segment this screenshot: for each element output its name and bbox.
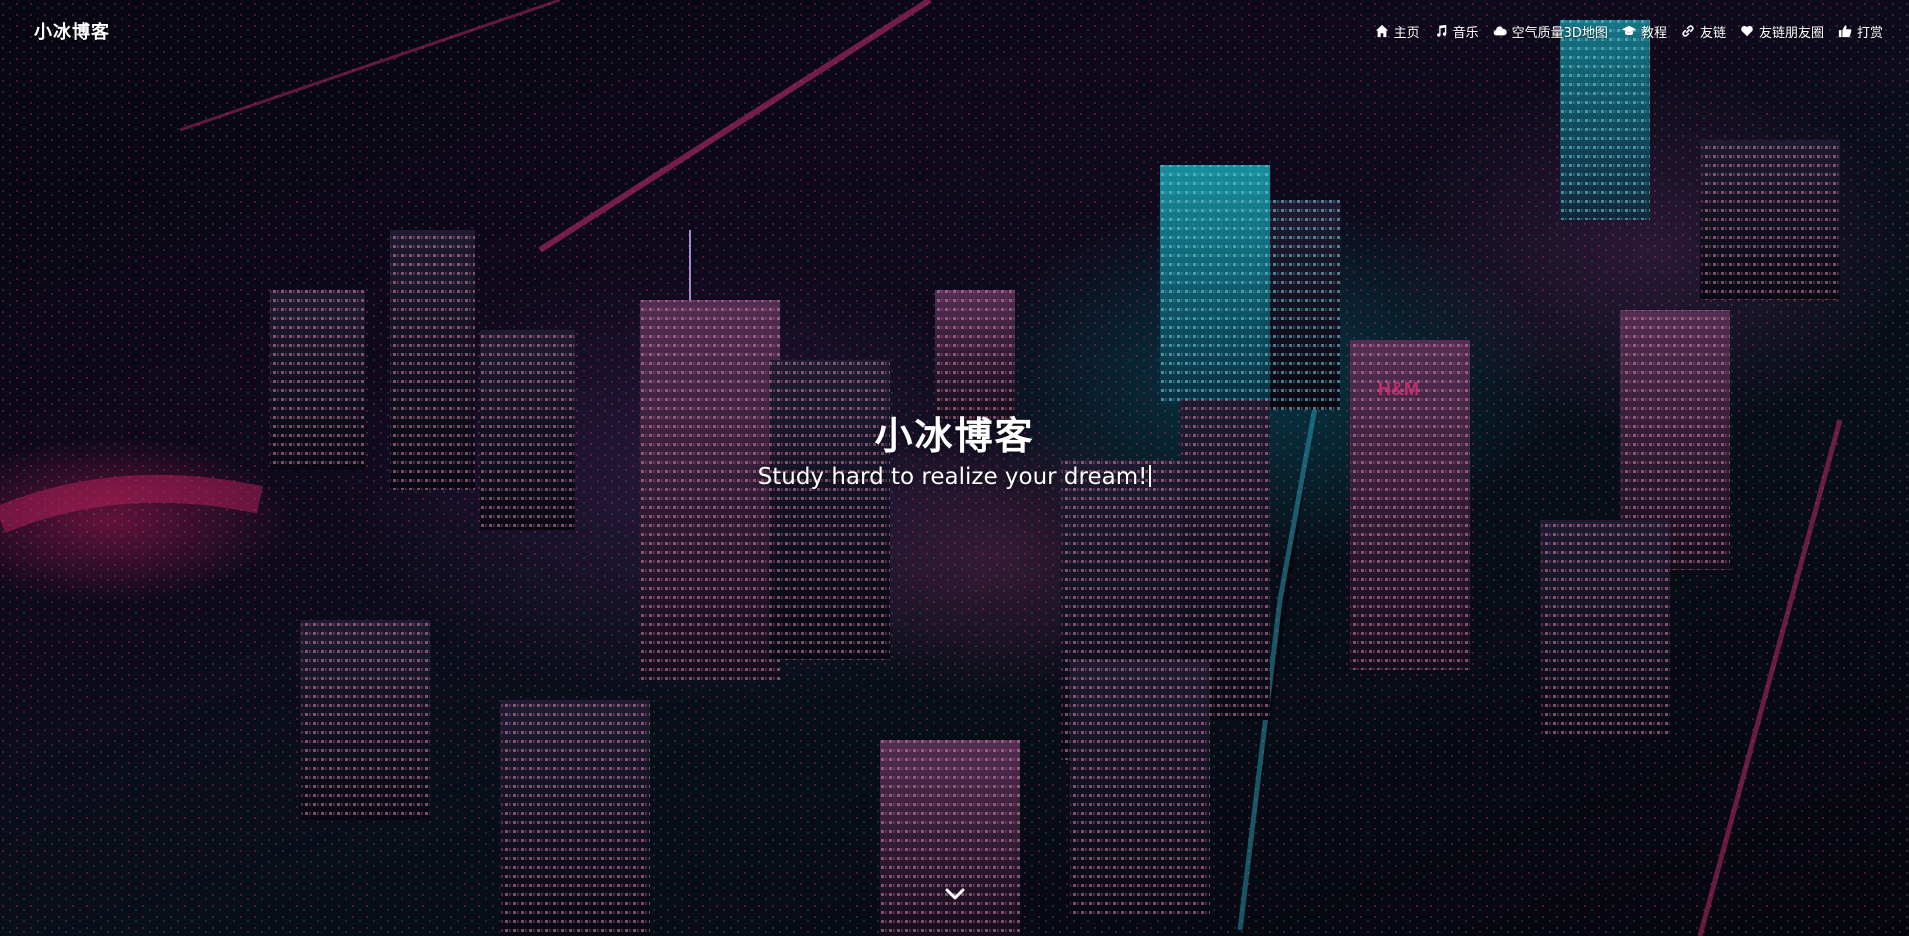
site-brand[interactable]: 小冰博客 (34, 18, 110, 44)
nav-item-donate[interactable]: 打赏 (1838, 22, 1883, 41)
nav-item-home[interactable]: 主页 (1375, 22, 1420, 41)
nav-item-label: 教程 (1640, 25, 1667, 41)
hero-text: 小冰博客 Study hard to realize your dream! (0, 405, 1909, 490)
hero-banner: H&M 小冰博客 主页 音乐 空气质量3D地图 教程 友链 友链朋友圈 打赏 小… (0, 0, 1909, 936)
hero-subtitle: Study hard to realize your dream! (0, 464, 1909, 490)
nav-item-label: 友链朋友圈 (1758, 25, 1824, 41)
nav-item-air-quality-map[interactable]: 空气质量3D地图 (1493, 22, 1608, 41)
top-navbar: 小冰博客 主页 音乐 空气质量3D地图 教程 友链 友链朋友圈 打赏 (0, 0, 1909, 62)
main-nav: 主页 音乐 空气质量3D地图 教程 友链 友链朋友圈 打赏 (1375, 22, 1883, 41)
nav-item-label: 音乐 (1452, 25, 1479, 41)
nav-item-label: 主页 (1393, 25, 1420, 41)
nav-item-friend-links[interactable]: 友链 (1681, 22, 1726, 41)
scroll-down-button[interactable] (944, 884, 966, 904)
cloud-icon (1493, 26, 1507, 36)
hero-subtitle-text: Study hard to realize your dream! (757, 464, 1148, 490)
nav-item-label: 空气质量3D地图 (1511, 25, 1608, 41)
heart-icon (1741, 25, 1753, 37)
nav-item-label: 友链 (1699, 25, 1726, 41)
nav-item-label: 打赏 (1856, 25, 1883, 41)
page-title: 小冰博客 (874, 414, 1035, 458)
nav-item-friend-circle[interactable]: 友链朋友圈 (1740, 22, 1824, 41)
music-icon (1436, 24, 1446, 37)
typing-cursor (1149, 465, 1152, 487)
link-icon (1682, 25, 1694, 37)
thumbs-up-icon (1838, 25, 1852, 38)
nav-item-tutorials[interactable]: 教程 (1621, 22, 1667, 41)
home-icon (1375, 24, 1388, 38)
graduation-cap-icon (1621, 25, 1636, 36)
chevron-down-icon (945, 888, 965, 900)
nav-item-music[interactable]: 音乐 (1434, 22, 1479, 41)
